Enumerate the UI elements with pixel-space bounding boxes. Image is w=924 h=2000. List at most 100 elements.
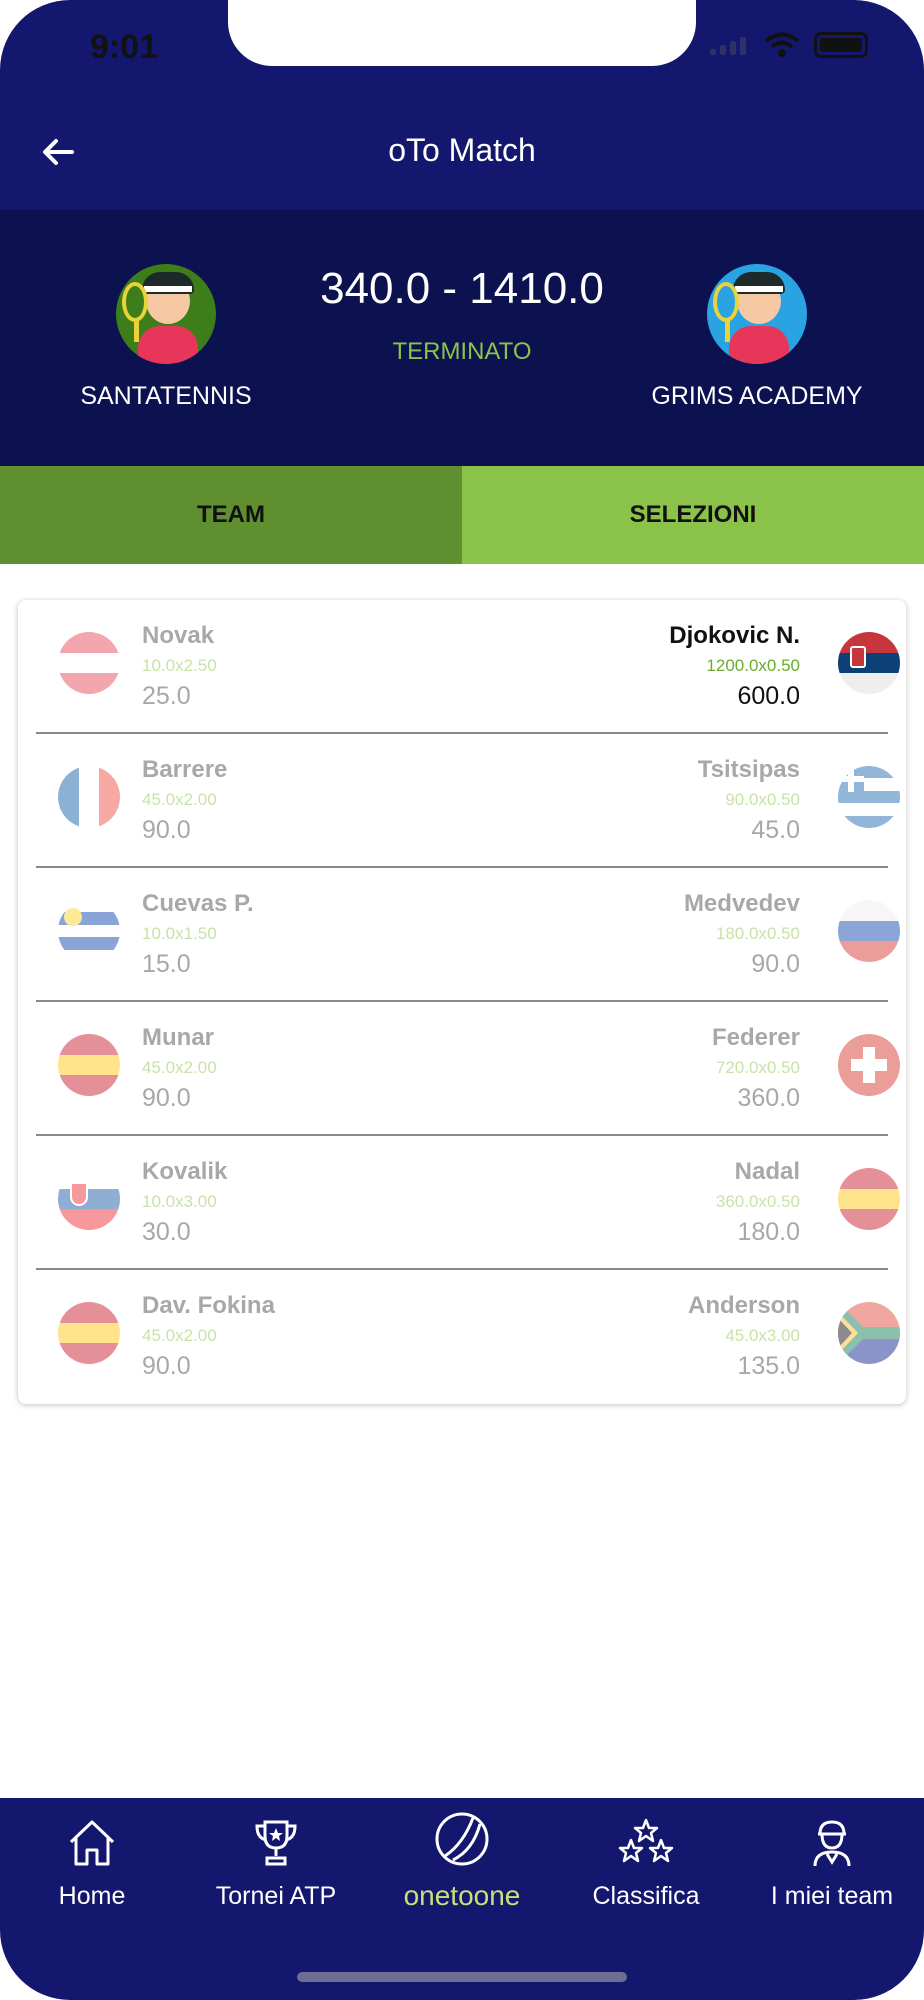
left-player: Cuevas P. 10.0x1.50 15.0 [142,890,254,979]
switzerland-flag-icon [838,1034,900,1096]
stars-icon [618,1818,674,1863]
nav-tornei-label: Tornei ATP [215,1882,337,1910]
left-player: Munar 45.0x2.00 90.0 [142,1024,217,1113]
matchup-row[interactable]: Cuevas P. 10.0x1.50 15.0 Medvedev 180.0x… [36,868,900,1002]
away-team: GRIMS ACADEMY [617,264,897,411]
right-player-points: 90.0 [751,950,800,978]
right-player-calc: 90.0x0.50 [725,790,800,809]
nav-tornei-atp[interactable]: Tornei ATP [184,1816,368,1911]
nav-home[interactable]: Home [0,1816,184,1911]
right-player-calc: 1200.0x0.50 [706,656,800,675]
left-player-points: 90.0 [142,1352,191,1380]
greece-flag-icon [838,766,900,828]
nav-i-miei-team[interactable]: I miei team [740,1816,924,1911]
left-player-name: Dav. Fokina [142,1292,275,1319]
page-title: oTo Match [388,132,536,168]
right-player-calc: 180.0x0.50 [715,924,800,943]
right-player-calc: 720.0x0.50 [715,1058,800,1077]
right-player: Federer 720.0x0.50 360.0 [712,1024,800,1113]
right-player: Medvedev 180.0x0.50 90.0 [684,890,800,979]
left-player-points: 90.0 [142,816,191,844]
uruguay-flag-icon [58,900,120,962]
phone-screen: 9:01 oTo Match SANTATENNIS 340.0 - 1410.… [0,0,924,2000]
france-flag-icon [58,766,120,828]
spain-flag-icon [58,1034,120,1096]
right-player-calc: 360.0x0.50 [715,1192,800,1211]
notch [228,0,696,66]
left-player-calc: 10.0x1.50 [142,924,217,943]
tab-team[interactable]: TEAM [0,466,462,564]
nav-onetoone-label: onetoone [403,1880,521,1911]
right-player-points: 360.0 [737,1084,800,1112]
right-player-calc: 45.0x3.00 [725,1326,800,1345]
austria-flag-icon [58,632,120,694]
matchup-row[interactable]: Munar 45.0x2.00 90.0 Federer 720.0x0.50 … [36,1002,900,1136]
home-icon [69,1820,115,1866]
nav-home-label: Home [58,1882,126,1910]
battery-icon [814,32,868,58]
bottom-nav: Home Tornei ATP onetoone Classifica I mi… [0,1798,924,2000]
left-player-name: Munar [142,1024,214,1051]
matchup-row[interactable]: Dav. Fokina 45.0x2.00 90.0 Anderson 45.0… [36,1270,900,1404]
tennis-ball-icon [435,1812,489,1866]
left-player-calc: 45.0x2.00 [142,1058,217,1077]
nav-i-miei-team-label: I miei team [770,1882,894,1910]
left-player-calc: 45.0x2.00 [142,1326,217,1345]
serbia-flag-icon [838,632,900,694]
right-player-points: 135.0 [737,1352,800,1380]
left-player: Dav. Fokina 45.0x2.00 90.0 [142,1292,275,1381]
matchups-card: Novak 10.0x2.50 25.0 Djokovic N. 1200.0x… [18,600,906,1404]
home-indicator[interactable] [297,1972,627,1982]
nav-classifica-label: Classifica [592,1882,700,1910]
left-player-points: 25.0 [142,682,191,710]
right-player-name: Tsitsipas [697,756,800,783]
right-player-name: Anderson [687,1292,800,1319]
tab-selezioni[interactable]: SELEZIONI [462,466,924,564]
slovakia-flag-icon [58,1168,120,1230]
signal-icon [710,35,750,55]
left-player-calc: 45.0x2.00 [142,790,217,809]
tab-bar: TEAM SELEZIONI [0,466,924,564]
spain-flag-icon [838,1168,900,1230]
nav-classifica[interactable]: Classifica [554,1816,738,1911]
left-player-name: Cuevas P. [142,890,254,917]
home-team-name: SANTATENNIS [80,382,252,410]
right-player-name: Federer [711,1024,800,1051]
spain-flag-icon [58,1302,120,1364]
matchup-row[interactable]: Novak 10.0x2.50 25.0 Djokovic N. 1200.0x… [36,600,900,734]
left-player: Kovalik 10.0x3.00 30.0 [142,1158,227,1247]
right-player-points: 180.0 [737,1218,800,1246]
matchup-row[interactable]: Barrere 45.0x2.00 90.0 Tsitsipas 90.0x0.… [36,734,900,868]
left-player-name: Barrere [142,756,228,783]
right-player: Tsitsipas 90.0x0.50 45.0 [698,756,800,845]
status-time: 9:01 [90,28,159,66]
left-player-calc: 10.0x2.50 [142,656,217,675]
right-player-points: 600.0 [737,682,800,710]
left-player-calc: 10.0x3.00 [142,1192,217,1211]
top-bar: 9:01 oTo Match [0,0,924,210]
right-player-points: 45.0 [751,816,800,844]
left-player: Barrere 45.0x2.00 90.0 [142,756,227,845]
left-player-points: 15.0 [142,950,191,978]
wifi-icon [764,32,800,57]
right-player: Djokovic N. 1200.0x0.50 600.0 [669,622,800,711]
right-player-name: Djokovic N. [669,622,800,649]
nav-onetoone[interactable]: onetoone [370,1810,554,1912]
left-player-points: 30.0 [142,1218,191,1246]
trophy-icon [255,1820,297,1866]
left-player-name: Novak [142,622,215,649]
status-icons [710,32,868,58]
russia-flag-icon [838,900,900,962]
left-player-points: 90.0 [142,1084,191,1112]
right-player: Nadal 360.0x0.50 180.0 [716,1158,800,1247]
away-team-avatar [707,264,807,364]
player-icon [813,1820,851,1867]
away-team-name: GRIMS ACADEMY [651,382,863,410]
left-player: Novak 10.0x2.50 25.0 [142,622,217,711]
matchup-row[interactable]: Kovalik 10.0x3.00 30.0 Nadal 360.0x0.50 … [36,1136,900,1270]
south-africa-flag-icon [838,1302,900,1364]
right-player: Anderson 45.0x3.00 135.0 [688,1292,800,1381]
right-player-name: Medvedev [683,890,800,917]
left-player-name: Kovalik [142,1158,228,1185]
right-player-name: Nadal [734,1158,800,1185]
